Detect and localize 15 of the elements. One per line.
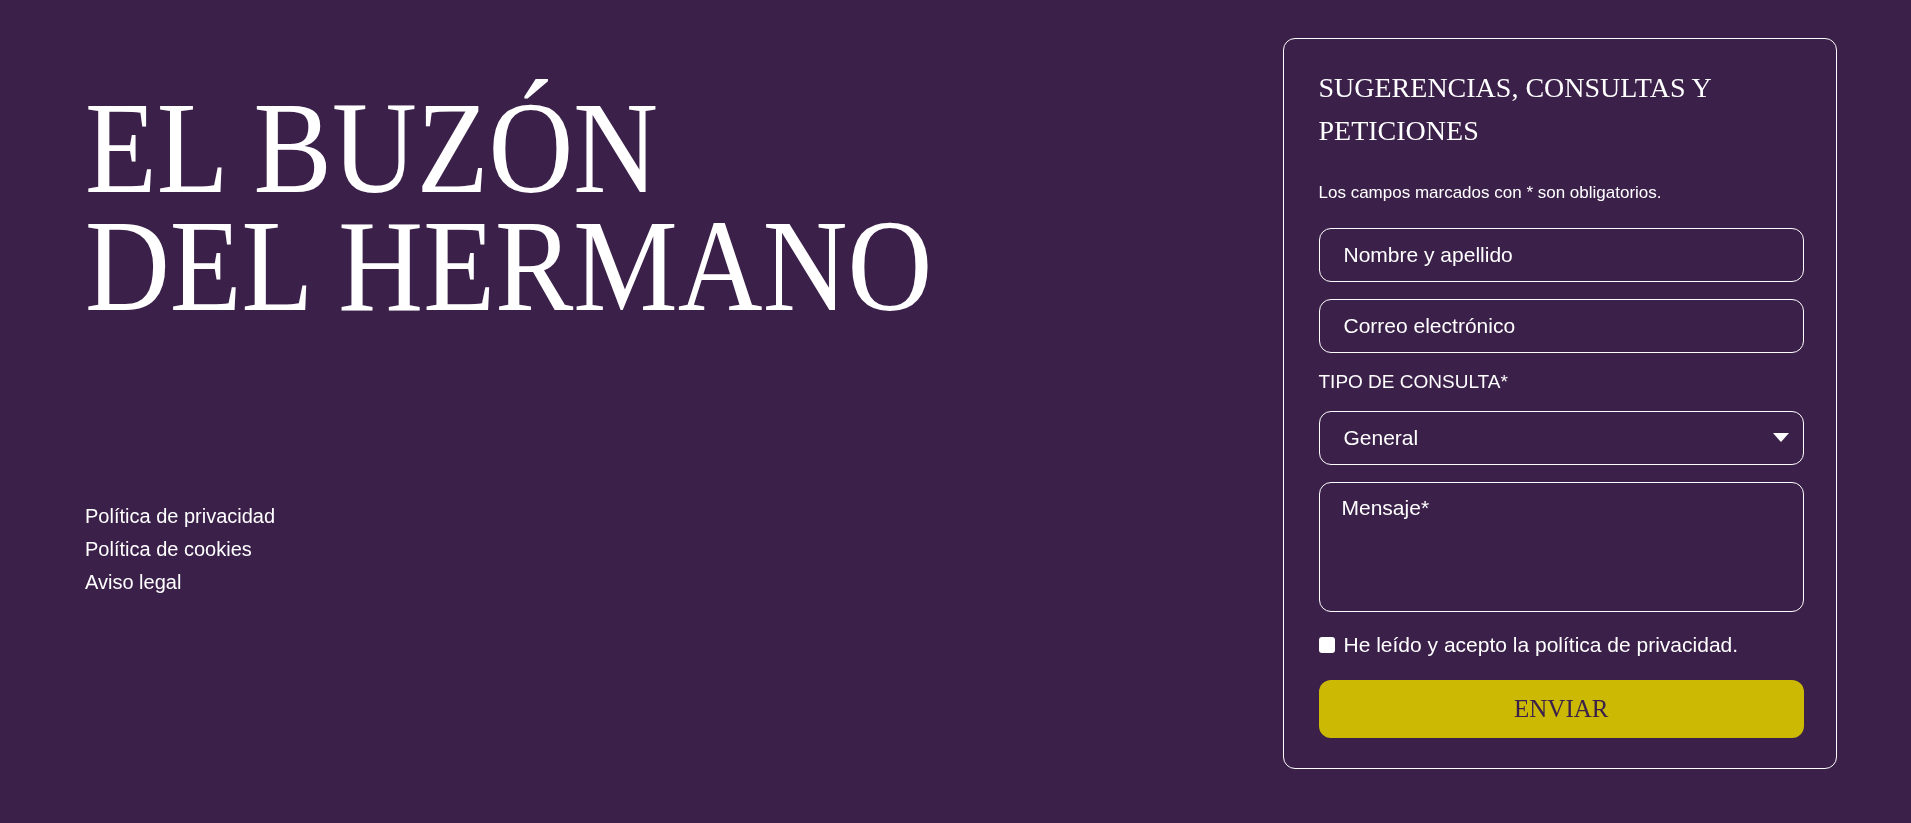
caret-icon [1773,433,1789,442]
footer-link[interactable]: Política de privacidad [85,500,276,533]
page-title: EL BUZÓN DEL HERMANO [85,73,934,329]
message-field[interactable]: Mensaje* [1318,481,1804,612]
form-heading: SUGERENCIAS, CONSULTAS Y PETICIONES [1318,70,1712,148]
field-label: TIPO DE CONSULTA* [1318,369,1509,394]
input-field[interactable]: Nombre y apellido [1318,227,1804,282]
footer-link[interactable]: Política de cookies [85,533,252,566]
required-note: Los campos marcados con * son obligatorios. [1318,181,1663,204]
footer-link[interactable]: Aviso legal [85,566,182,599]
input-field[interactable]: Correo electrónico [1318,298,1804,353]
checkbox[interactable] [1318,636,1335,653]
submit-button[interactable]: ENVIAR [1318,679,1804,738]
consent-label: He leído y acepto la política de privacidad. [1343,632,1739,657]
select-field[interactable]: General [1318,410,1804,465]
